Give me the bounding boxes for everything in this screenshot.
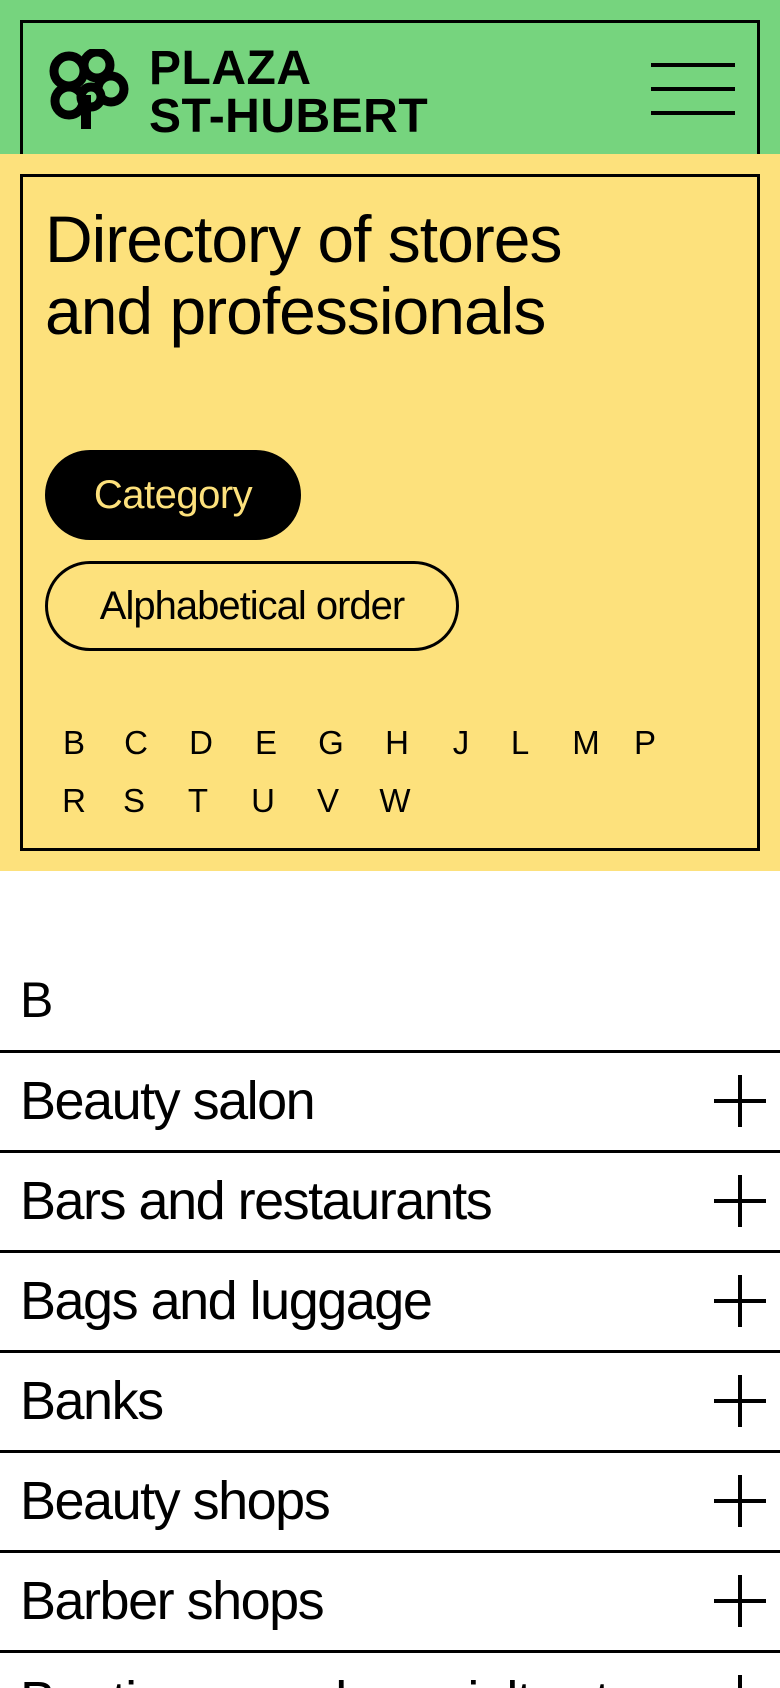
list-item[interactable]: Banks [0,1350,780,1450]
list-item[interactable]: Bags and luggage [0,1250,780,1350]
directory-intro: Directory of stores and professionals Ca… [0,154,780,871]
page: PLAZA ST-HUBERT Directory of stores and … [0,0,780,1688]
brand-wordmark[interactable]: PLAZA ST-HUBERT [149,45,428,141]
letter-link-v[interactable]: V [308,781,348,821]
list-item[interactable]: Boutiques and specialty stores [0,1650,780,1688]
list-item[interactable]: Bars and restaurants [0,1150,780,1250]
category-label: Boutiques and specialty stores [20,1671,709,1688]
letter-link-h[interactable]: H [377,723,417,763]
category-label: Beauty shops [20,1471,331,1531]
page-title-line-2: and professionals [45,274,546,348]
letter-link-p[interactable]: P [625,723,665,763]
letter-link-l[interactable]: L [500,723,540,763]
letter-link-d[interactable]: D [181,723,221,763]
letter-link-r[interactable]: R [54,781,94,821]
page-title: Directory of stores and professionals [45,203,725,347]
sort-by-category-button[interactable]: Category [45,450,301,540]
section-letter-heading: B [20,972,54,1028]
plus-icon[interactable] [714,1475,766,1527]
brand-line-1: PLAZA [149,42,312,95]
letter-link-u[interactable]: U [243,781,283,821]
tree-logo-icon[interactable] [47,49,129,131]
letter-link-m[interactable]: M [566,723,606,763]
letter-link-w[interactable]: W [375,781,415,821]
header-frame: PLAZA ST-HUBERT [20,20,760,154]
plus-icon[interactable] [714,1675,766,1688]
category-label: Banks [20,1371,164,1431]
brand-line-2: ST-HUBERT [149,90,429,143]
letter-link-e[interactable]: E [246,723,286,763]
plus-icon[interactable] [714,1175,766,1227]
list-item[interactable]: Barber shops [0,1550,780,1650]
letter-link-s[interactable]: S [114,781,154,821]
letter-link-g[interactable]: G [311,723,351,763]
plus-icon[interactable] [714,1075,766,1127]
category-label: Bags and luggage [20,1271,433,1331]
letter-link-c[interactable]: C [116,723,156,763]
letter-link-t[interactable]: T [178,781,218,821]
plus-icon[interactable] [714,1575,766,1627]
hamburger-menu-icon[interactable] [651,63,735,117]
list-item[interactable]: Beauty shops [0,1450,780,1550]
category-label: Bars and restaurants [20,1171,493,1231]
category-label: Beauty salon [20,1071,316,1131]
category-list: Beauty salon Bars and restaurants Bags a… [0,1050,780,1688]
category-label: Barber shops [20,1571,325,1631]
plus-icon[interactable] [714,1275,766,1327]
sort-alphabetical-button[interactable]: Alphabetical order [45,561,459,651]
letter-link-b[interactable]: B [54,723,94,763]
letter-link-j[interactable]: J [441,723,481,763]
plus-icon[interactable] [714,1375,766,1427]
list-item[interactable]: Beauty salon [0,1050,780,1150]
page-title-line-1: Directory of stores [45,202,562,276]
intro-frame: Directory of stores and professionals Ca… [20,174,760,851]
site-header: PLAZA ST-HUBERT [0,0,780,154]
